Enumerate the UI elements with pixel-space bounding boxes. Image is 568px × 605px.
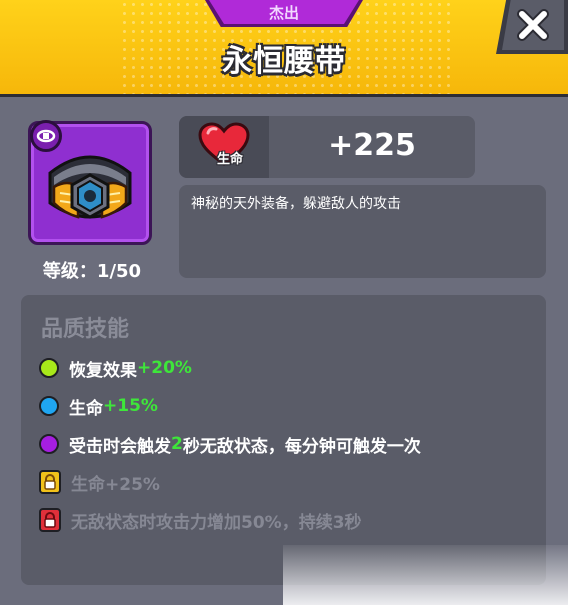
item-type-badge xyxy=(30,120,62,152)
skill-indicator-icon xyxy=(39,396,59,416)
lock-icon xyxy=(39,470,61,494)
close-button[interactable] xyxy=(496,0,568,54)
skill-row: 生命 +15% xyxy=(39,393,158,419)
skill-text: 受击时会触发 xyxy=(69,436,171,457)
skill-row: 受击时会触发 2 秒无敌状态，每分钟可触发一次 xyxy=(39,431,421,457)
skill-text: 生命 xyxy=(69,398,103,419)
skill-indicator-icon xyxy=(39,358,59,378)
description-text: 神秘的天外装备，躲避敌人的攻击 xyxy=(191,196,401,212)
stat-box: 生命 +225 xyxy=(179,116,475,178)
skill-indicator-icon xyxy=(39,434,59,454)
skill-text: 恢复效果 xyxy=(69,360,137,381)
rarity-label: 杰出 xyxy=(268,3,299,22)
belt-type-icon xyxy=(36,129,56,143)
item-detail-panel: 杰出 永恒腰带 S xyxy=(0,0,568,605)
rarity-tag: 杰出 xyxy=(209,0,359,24)
stat-icon-label: 生命 xyxy=(217,152,244,167)
skill-bonus: 2 xyxy=(171,434,183,454)
stat-value: +225 xyxy=(328,128,416,163)
screen-edge-overlay xyxy=(283,545,568,605)
skill-text: 生命+25% xyxy=(71,474,160,495)
item-level: 等级：1/50 xyxy=(42,261,142,282)
skills-title: 品质技能 xyxy=(41,317,130,342)
skill-row: 恢复效果 +20% xyxy=(39,355,192,381)
skill-bonus: +15% xyxy=(103,396,158,416)
skill-text-suffix: 秒无敌状态，每分钟可触发一次 xyxy=(182,436,421,457)
skill-bonus: +20% xyxy=(137,358,192,378)
skill-row-locked: 生命+25% xyxy=(39,469,160,495)
skill-text: 无敌状态时攻击力增加50%，持续3秒 xyxy=(71,512,362,533)
quality-skills-panel: 品质技能 恢复效果 +20% 生命 +15% 受击时会触发 2 秒无敌状态，每分钟可触发… xyxy=(21,295,546,585)
close-button-face[interactable] xyxy=(502,0,564,50)
lock-icon xyxy=(39,508,61,532)
close-icon[interactable] xyxy=(516,8,550,42)
description-box: 神秘的天外装备，躲避敌人的攻击 xyxy=(179,185,546,278)
item-title: 永恒腰带 xyxy=(222,44,346,79)
stat-icon-area: 生命 xyxy=(179,116,269,178)
skill-row-locked: 无敌状态时攻击力增加50%，持续3秒 xyxy=(39,507,362,533)
